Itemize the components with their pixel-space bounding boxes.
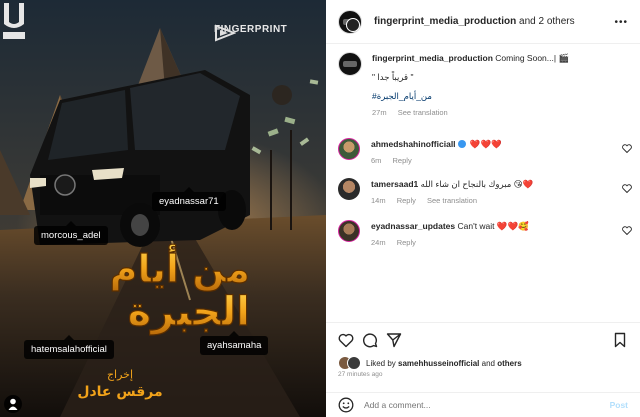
add-comment-bar: Post: [326, 392, 640, 417]
liker-avatar: [347, 356, 361, 370]
fingerprint-logo-icon: [215, 24, 236, 42]
comment-reply-button[interactable]: Reply: [393, 156, 412, 165]
clapperboard-emoji: 🎬: [558, 53, 570, 63]
comment-item: ahmedshahinofficiall ❤️❤️❤️ 6m Reply: [338, 138, 634, 167]
share-icon[interactable]: [386, 332, 402, 348]
poster-title-line1: من أيام: [110, 244, 250, 292]
caption-see-translation[interactable]: See translation: [398, 108, 448, 117]
comment-text: Can't wait ❤️❤️🥰: [457, 221, 529, 231]
comment-text: مبروك بالنجاح ان شاء الله 😘❤️: [420, 179, 534, 189]
comment-username[interactable]: ahmedshahinofficiall: [371, 139, 456, 149]
post-header: fingerprint_media_production and 2 other…: [326, 0, 640, 44]
likes-suffix: and: [481, 358, 495, 368]
post-timestamp[interactable]: 27 minutes ago: [338, 371, 382, 378]
tag-hatemsalahofficial[interactable]: hatemsalahofficial: [24, 335, 114, 359]
post-image[interactable]: من أيام الجبرة إخراج مرقس عادل FINGERPRI…: [0, 0, 326, 417]
caption-line2: " قريباً جدا ": [372, 72, 414, 82]
more-options-icon[interactable]: •••: [614, 17, 628, 28]
likes-others[interactable]: others: [497, 359, 521, 368]
tag-eyadnassar71[interactable]: eyadnassar71: [152, 187, 226, 211]
user-icon: [8, 398, 18, 410]
header-authors[interactable]: fingerprint_media_production and 2 other…: [374, 16, 575, 27]
brand-logo: FINGERPRINT: [214, 24, 287, 42]
post-comment-button[interactable]: Post: [610, 400, 628, 410]
comment-avatar[interactable]: [338, 138, 360, 160]
like-comment-heart-icon[interactable]: [622, 184, 632, 193]
like-comment-heart-icon[interactable]: [622, 226, 632, 235]
comment-text: ❤️❤️❤️: [469, 139, 502, 149]
tag-morcous-adel[interactable]: morcous_adel: [34, 221, 108, 245]
emoji-icon[interactable]: [338, 397, 354, 413]
tag-ayahsamaha[interactable]: ayahsamaha: [200, 331, 269, 355]
post-action-bar: [326, 322, 640, 352]
post-caption: fingerprint_media_production Coming Soon…: [338, 52, 630, 119]
header-username[interactable]: fingerprint_media_production: [374, 16, 516, 27]
header-suffix[interactable]: and 2 others: [519, 16, 575, 27]
caption-time: 27m: [372, 108, 387, 117]
coauthor-avatar[interactable]: [346, 18, 360, 32]
comment-time: 6m: [371, 156, 382, 165]
director-label: إخراج: [107, 368, 133, 381]
caption-hashtag[interactable]: #من_أيام_الجبرة: [372, 90, 569, 103]
like-heart-icon[interactable]: [338, 332, 354, 348]
comment-avatar[interactable]: [338, 178, 360, 200]
post-details-panel: fingerprint_media_production and 2 other…: [326, 0, 640, 417]
comment-time: 14m: [371, 196, 386, 205]
likes-summary[interactable]: Liked by samehhusseinofficial and others: [338, 356, 522, 370]
avatar-logo: [343, 61, 357, 67]
comment-time: 24m: [371, 238, 386, 247]
director-name: مرقس عادل: [77, 384, 162, 400]
comment-username[interactable]: tamersaad1: [371, 179, 418, 189]
studio-logo: [3, 3, 25, 39]
add-comment-input[interactable]: [364, 400, 610, 410]
verified-badge-icon: [457, 140, 466, 148]
comment-item: tamersaad1 مبروك بالنجاح ان شاء الله 😘❤️…: [338, 178, 634, 207]
comment-item: eyadnassar_updates Can't wait ❤️❤️🥰 24m …: [338, 220, 634, 249]
comment-avatar[interactable]: [338, 220, 360, 242]
likes-prefix: Liked by: [366, 358, 396, 368]
caption-username[interactable]: fingerprint_media_production: [372, 53, 493, 63]
save-bookmark-icon[interactable]: [612, 332, 628, 348]
likes-user[interactable]: samehhusseinofficial: [398, 359, 479, 368]
comment-see-translation[interactable]: See translation: [427, 196, 477, 205]
caption-avatar[interactable]: [338, 52, 362, 76]
poster-title-line2: الجبرة: [128, 289, 250, 335]
comment-reply-button[interactable]: Reply: [397, 196, 416, 205]
tagged-users-button[interactable]: [4, 395, 22, 413]
comment-icon[interactable]: [362, 332, 378, 348]
caption-text: Coming Soon...|: [495, 53, 557, 63]
like-comment-heart-icon[interactable]: [622, 144, 632, 153]
comment-username[interactable]: eyadnassar_updates: [371, 221, 455, 231]
comment-reply-button[interactable]: Reply: [397, 238, 416, 247]
